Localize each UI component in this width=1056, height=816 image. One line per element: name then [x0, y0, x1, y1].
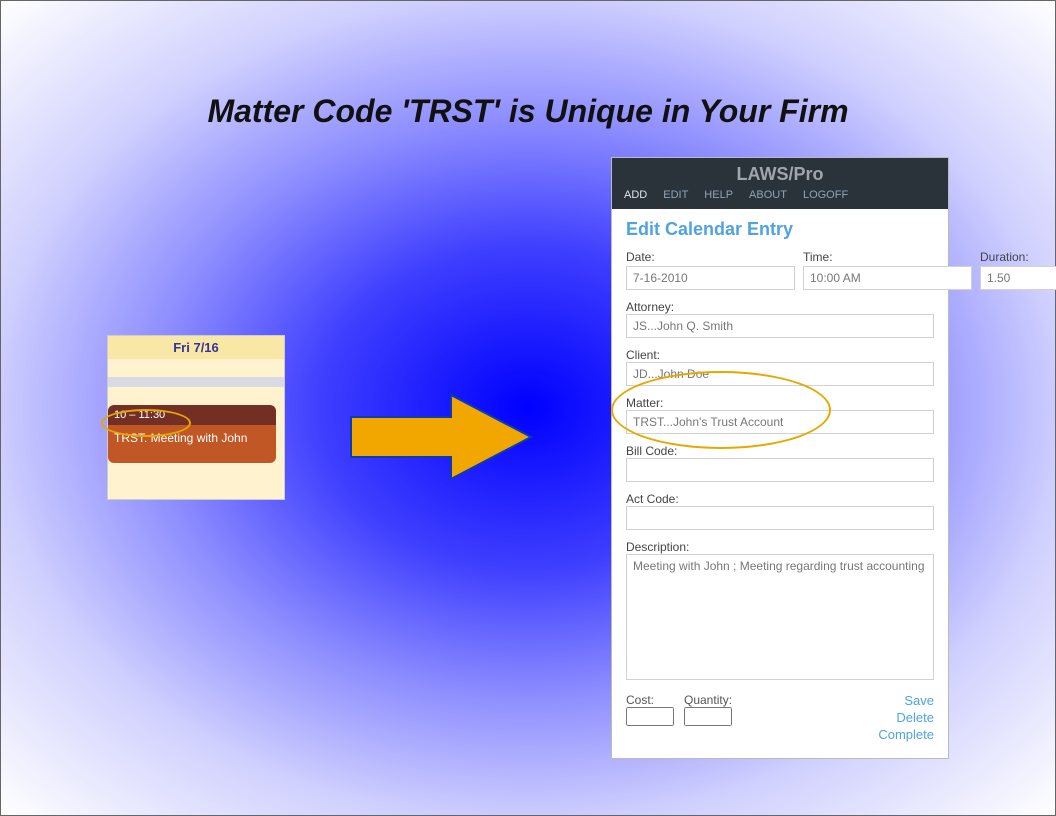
quantity-input[interactable]: [684, 707, 732, 726]
menu-about[interactable]: ABOUT: [749, 189, 787, 201]
time-label: Time:: [803, 250, 972, 264]
menu-add[interactable]: ADD: [624, 189, 647, 201]
app-menu: ADD EDIT HELP ABOUT LOGOFF: [612, 189, 948, 209]
calendar-event[interactable]: 10 – 11:30 TRST: Meeting with John: [108, 405, 276, 463]
duration-label: Duration:: [980, 250, 1056, 264]
date-input[interactable]: [626, 266, 795, 290]
calendar-grid-band: [108, 377, 284, 387]
menu-edit[interactable]: EDIT: [663, 189, 688, 201]
date-label: Date:: [626, 250, 795, 264]
calendar-day-header: Fri 7/16: [108, 336, 284, 359]
app-topbar: LAWS/Pro ADD EDIT HELP ABOUT LOGOFF: [612, 158, 948, 209]
slide-title: Matter Code 'TRST' is Unique in Your Fir…: [1, 93, 1055, 130]
calendar-widget: Fri 7/16 10 – 11:30 TRST: Meeting with J…: [107, 335, 285, 500]
cost-input[interactable]: [626, 707, 674, 726]
menu-help[interactable]: HELP: [704, 189, 733, 201]
delete-link[interactable]: Delete: [878, 710, 934, 725]
time-input[interactable]: [803, 266, 972, 290]
description-label: Description:: [626, 540, 689, 554]
cost-label: Cost:: [626, 693, 674, 707]
billcode-input[interactable]: [626, 458, 934, 482]
matter-label: Matter:: [626, 396, 663, 410]
client-label: Client:: [626, 348, 660, 362]
billcode-label: Bill Code:: [626, 444, 677, 458]
app-brand: LAWS/Pro: [612, 158, 948, 189]
save-link[interactable]: Save: [878, 693, 934, 708]
complete-link[interactable]: Complete: [878, 727, 934, 742]
quantity-label: Quantity:: [684, 693, 732, 707]
app-content: Edit Calendar Entry Date: Time: Duration…: [612, 209, 948, 758]
actcode-input[interactable]: [626, 506, 934, 530]
event-time: 10 – 11:30: [108, 405, 276, 425]
app-panel: LAWS/Pro ADD EDIT HELP ABOUT LOGOFF Edit…: [611, 157, 949, 759]
actcode-label: Act Code:: [626, 492, 679, 506]
menu-logoff[interactable]: LOGOFF: [803, 189, 848, 201]
action-links: Save Delete Complete: [878, 693, 934, 744]
attorney-label: Attorney:: [626, 300, 674, 314]
attorney-input[interactable]: [626, 314, 934, 338]
event-title: TRST: Meeting with John: [108, 425, 276, 463]
client-input[interactable]: [626, 362, 934, 386]
arrow-right-icon: [341, 387, 541, 487]
duration-input[interactable]: [980, 266, 1056, 290]
matter-input[interactable]: [626, 410, 934, 434]
description-textarea[interactable]: [626, 554, 934, 680]
panel-heading: Edit Calendar Entry: [626, 219, 934, 240]
